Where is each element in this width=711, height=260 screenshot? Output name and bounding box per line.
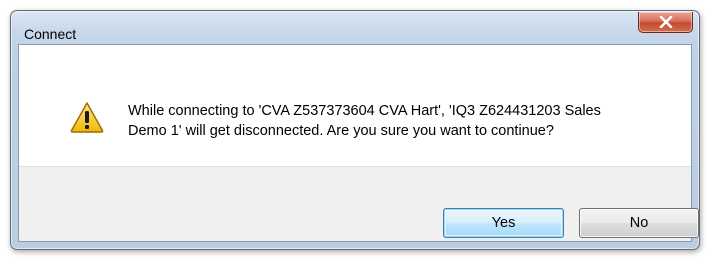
dialog-title: Connect [24, 26, 77, 42]
screen: Connect While connecting to 'CVA Z537373… [0, 0, 711, 260]
title-bar[interactable]: Connect [11, 11, 699, 44]
no-button[interactable]: No [579, 208, 699, 238]
connect-dialog: Connect While connecting to 'CVA Z537373… [10, 10, 700, 250]
close-button[interactable] [638, 12, 693, 33]
yes-button[interactable]: Yes [443, 208, 564, 238]
close-icon [659, 16, 672, 28]
warning-icon [70, 102, 104, 133]
dialog-client-area: While connecting to 'CVA Z537373604 CVA … [18, 44, 699, 242]
message-text: While connecting to 'CVA Z537373604 CVA … [128, 101, 668, 141]
message-line-1: While connecting to 'CVA Z537373604 CVA … [128, 103, 601, 119]
message-area: While connecting to 'CVA Z537373604 CVA … [19, 45, 691, 166]
message-line-2: Demo 1' will get disconnected. Are you s… [128, 123, 554, 139]
button-bar: Yes No [19, 166, 699, 241]
